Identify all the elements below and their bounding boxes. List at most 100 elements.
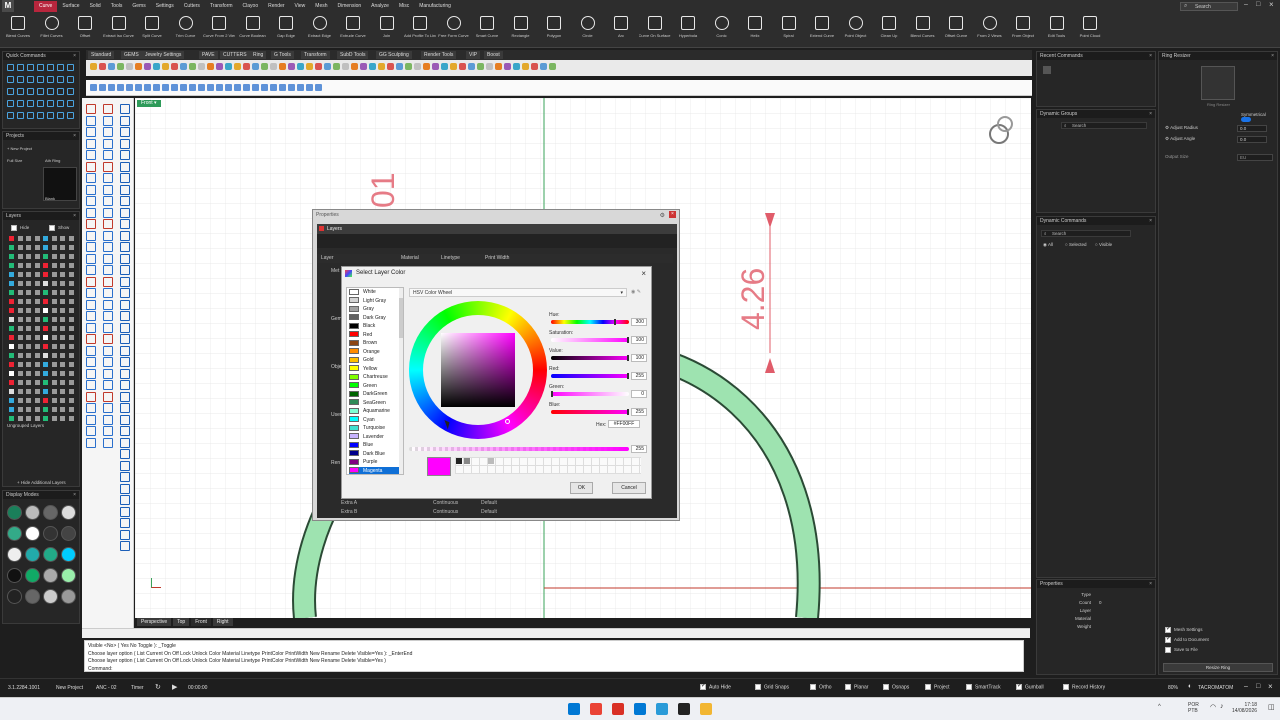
ribbon-tab-cutters[interactable]: Cutters [179, 1, 205, 12]
layer-color-swatch[interactable] [26, 398, 31, 403]
tool-icon[interactable] [120, 414, 130, 425]
toolbar-icon[interactable] [270, 63, 277, 70]
tool-icon[interactable] [103, 380, 113, 390]
toolbar-icon[interactable] [549, 63, 556, 70]
eye-icon[interactable] [68, 344, 74, 349]
layer-row[interactable] [5, 234, 79, 243]
quick-command-icon[interactable] [6, 87, 14, 95]
layer-row[interactable] [5, 396, 79, 405]
quick-command-icon[interactable] [16, 87, 24, 95]
tool-icon[interactable] [103, 414, 113, 425]
toolbar-icon[interactable] [108, 63, 115, 70]
tool-icon[interactable] [86, 150, 96, 160]
layer-color-swatch[interactable] [17, 371, 23, 376]
toolbar-icon[interactable] [342, 63, 349, 70]
close-icon[interactable]: × [1149, 52, 1152, 60]
display-mode-sphere-icon[interactable] [6, 526, 22, 541]
quick-command-icon[interactable] [46, 63, 54, 71]
toolbar-icon[interactable] [306, 63, 313, 70]
toggle-gumball[interactable]: Gumball [1016, 682, 1044, 690]
layer-color-swatch[interactable] [9, 398, 14, 403]
saturation-value-square[interactable] [441, 333, 515, 407]
project-ath-ring[interactable]: Ath Ring [45, 158, 60, 163]
output-size-select[interactable]: EU [1237, 154, 1273, 161]
toolbar-icon[interactable] [180, 63, 187, 70]
color-list-item[interactable]: Gray [349, 305, 403, 314]
tool-icon[interactable] [120, 460, 130, 471]
display-mode-sphere-icon[interactable] [24, 589, 40, 604]
toggle-osnaps[interactable]: Osnaps [883, 684, 909, 690]
toolbar-icon[interactable] [153, 63, 160, 70]
toolbar-icon[interactable] [441, 63, 448, 70]
resize-ring-button[interactable]: Resize Ring [1163, 663, 1273, 672]
layer-color-swatch[interactable] [26, 416, 31, 421]
eye-icon[interactable] [34, 353, 40, 358]
quick-command-icon[interactable] [26, 87, 34, 95]
tool-icon[interactable] [120, 161, 130, 172]
layer-color-swatch[interactable] [43, 389, 48, 394]
layer-color-swatch[interactable] [43, 308, 48, 313]
ribbon-tab-manufacturing[interactable]: Manufacturing [414, 1, 456, 12]
layer-row[interactable] [5, 297, 79, 306]
taskbar-app-icon[interactable] [612, 703, 624, 715]
tool-icon[interactable] [103, 138, 113, 149]
tool-icon[interactable] [120, 380, 130, 390]
layer-color-swatch[interactable] [51, 407, 57, 412]
layer-color-swatch[interactable] [17, 272, 23, 277]
ribbon-tab-gems[interactable]: Gems [127, 1, 150, 12]
layer-color-swatch[interactable] [17, 299, 23, 304]
ribbon-item[interactable]: Extrude Curve [337, 14, 369, 44]
tool-icon[interactable] [120, 541, 130, 551]
toolbar-tab[interactable]: Render Tools [421, 51, 457, 59]
tool-icon[interactable] [86, 219, 96, 229]
layer-color-swatch[interactable] [9, 272, 14, 277]
toolbar-icon[interactable] [315, 63, 322, 70]
tool-icon[interactable] [86, 115, 96, 126]
layer-color-swatch[interactable] [51, 245, 57, 250]
tool-icon[interactable] [86, 322, 96, 333]
tool-icon[interactable] [86, 311, 96, 321]
layer-group-label[interactable]: User [331, 412, 342, 418]
project-full-size[interactable]: Full Size [7, 158, 22, 163]
minimize-window-button[interactable]: – [1244, 1, 1248, 8]
quick-command-icon[interactable] [6, 111, 14, 119]
toolbar-icon[interactable] [207, 63, 214, 70]
cancel-button[interactable]: Cancel [612, 482, 646, 494]
status-user[interactable]: TACROMATOM [1198, 685, 1233, 691]
layer-color-swatch[interactable] [17, 407, 23, 412]
taskbar-app-icon[interactable] [656, 703, 668, 715]
ribbon-tab-curve[interactable]: Curve [34, 1, 58, 12]
toolbar-icon[interactable] [540, 63, 547, 70]
layer-group-label[interactable]: Obje [331, 364, 342, 370]
tool-icon[interactable] [103, 207, 113, 218]
layer-print-width[interactable]: Default [481, 509, 497, 515]
project-new[interactable]: + New Project [7, 146, 32, 151]
layer-color-swatch[interactable] [9, 371, 14, 376]
eye-icon[interactable] [68, 290, 74, 295]
slider-knob[interactable] [614, 319, 617, 325]
viewport-tab-top[interactable]: Top [173, 618, 190, 626]
tool-icon[interactable] [86, 299, 96, 310]
tool-icon[interactable] [103, 357, 113, 367]
layer-column-header[interactable]: Linetype [441, 255, 460, 261]
quick-command-icon[interactable] [36, 111, 44, 119]
layer-column-header[interactable]: Material [401, 255, 419, 261]
tool-icon[interactable] [103, 345, 113, 356]
layer-color-swatch[interactable] [51, 281, 57, 286]
close-icon[interactable]: × [73, 52, 76, 60]
quick-command-icon[interactable] [26, 99, 34, 107]
toolbar-icon[interactable] [126, 63, 133, 70]
layer-color-swatch[interactable] [51, 371, 57, 376]
taskbar-app-icon[interactable] [700, 703, 712, 715]
eye-icon[interactable] [68, 335, 74, 340]
ribbon-tab-view[interactable]: View [290, 1, 311, 12]
layer-color-swatch[interactable] [9, 317, 14, 322]
view-toolbar-icon[interactable] [126, 84, 133, 91]
tool-icon[interactable] [86, 391, 96, 402]
layer-color-swatch[interactable] [60, 272, 65, 277]
layer-linetype[interactable]: Continuous [433, 500, 458, 506]
layer-color-swatch[interactable] [43, 398, 48, 403]
layer-color-swatch[interactable] [17, 263, 23, 268]
view-toolbar-icon[interactable] [252, 84, 259, 91]
quick-command-icon[interactable] [66, 87, 74, 95]
